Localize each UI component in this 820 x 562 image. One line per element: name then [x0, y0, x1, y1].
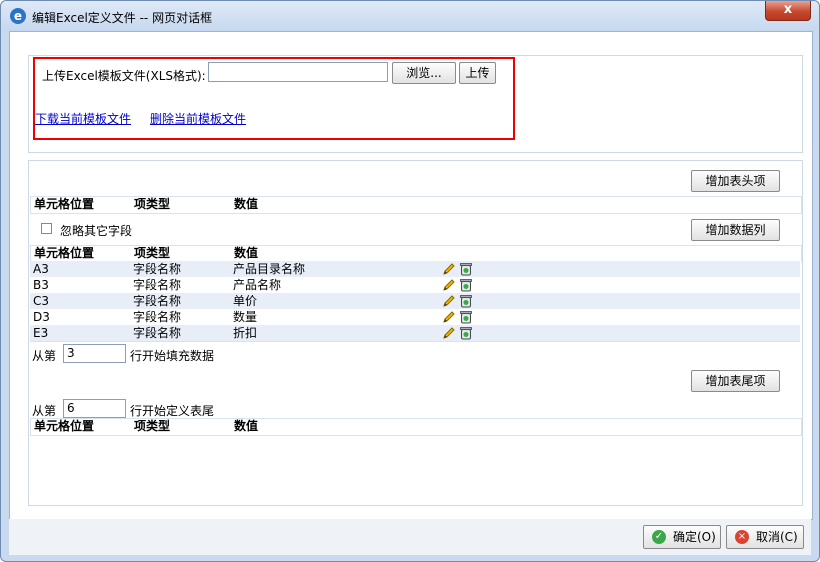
row-position: D3: [33, 310, 50, 324]
data-start-row-input[interactable]: 3: [63, 344, 126, 363]
delete-template-link[interactable]: 删除当前模板文件: [150, 110, 246, 127]
row-type: 字段名称: [133, 278, 182, 292]
delete-trash-icon[interactable]: [459, 310, 473, 324]
footer-start-row-input[interactable]: 6: [63, 399, 126, 418]
add-header-item-button[interactable]: 增加表头项: [691, 170, 780, 192]
edit-pencil-icon[interactable]: [442, 326, 456, 340]
ok-button[interactable]: ✓ 确定(O): [643, 525, 721, 549]
column-value: 数值: [234, 246, 259, 260]
edit-pencil-icon[interactable]: [442, 262, 456, 276]
row-type: 字段名称: [133, 310, 182, 324]
row-type: 字段名称: [133, 326, 182, 340]
column-type: 项类型: [134, 419, 171, 433]
table-row: C3 字段名称 单价: [30, 293, 800, 309]
row-value: 单价: [233, 294, 258, 308]
row-position: C3: [33, 294, 50, 308]
ie-icon: e: [10, 8, 26, 24]
row-position: A3: [33, 262, 49, 276]
title-bar[interactable]: e 编辑Excel定义文件 -- 网页对话框 x: [1, 1, 819, 31]
cancel-label: 取消(C): [756, 530, 798, 544]
ok-label: 确定(O): [673, 530, 716, 544]
upload-button[interactable]: 上传: [459, 62, 496, 84]
data-grid-header: 单元格位置 项类型 数值: [30, 245, 802, 262]
row-type: 字段名称: [133, 262, 182, 276]
column-type: 项类型: [134, 246, 171, 260]
header-items-grid-header: 单元格位置 项类型 数值: [30, 196, 802, 214]
table-row: E3 字段名称 折扣: [30, 325, 800, 342]
ignore-other-fields-checkbox[interactable]: [41, 223, 52, 234]
table-row: B3 字段名称 产品名称: [30, 277, 800, 293]
delete-trash-icon[interactable]: [459, 294, 473, 308]
cancel-button[interactable]: × 取消(C): [726, 525, 804, 549]
ignore-other-fields-label: 忽略其它字段: [60, 224, 133, 238]
column-position: 单元格位置: [34, 246, 95, 260]
dialog-content: 上传Excel模板文件(XLS格式): 浏览... 上传 下载当前模板文件 删除…: [9, 31, 813, 520]
download-template-link[interactable]: 下载当前模板文件: [35, 110, 131, 127]
table-row: D3 字段名称 数量: [30, 309, 800, 325]
file-path-input[interactable]: [208, 62, 388, 82]
row-value: 产品目录名称: [233, 262, 306, 276]
delete-trash-icon[interactable]: [459, 262, 473, 276]
dialog-footer: ✓ 确定(O) × 取消(C): [9, 519, 811, 555]
browse-button[interactable]: 浏览...: [392, 62, 456, 84]
close-button[interactable]: x: [765, 1, 811, 21]
column-type: 项类型: [134, 197, 171, 211]
edit-pencil-icon[interactable]: [442, 278, 456, 292]
dialog-window: e 编辑Excel定义文件 -- 网页对话框 x 上传Excel模板文件(XLS…: [0, 0, 820, 562]
column-position: 单元格位置: [34, 197, 95, 211]
window-title: 编辑Excel定义文件 -- 网页对话框: [32, 11, 213, 25]
delete-trash-icon[interactable]: [459, 326, 473, 340]
edit-pencil-icon[interactable]: [442, 310, 456, 324]
add-data-column-button[interactable]: 增加数据列: [691, 219, 780, 241]
delete-trash-icon[interactable]: [459, 278, 473, 292]
upload-label: 上传Excel模板文件(XLS格式):: [42, 69, 206, 83]
row-type: 字段名称: [133, 294, 182, 308]
data-start-prefix: 从第: [32, 349, 57, 363]
table-row: A3 字段名称 产品目录名称: [30, 261, 800, 277]
data-start-suffix: 行开始填充数据: [130, 349, 215, 363]
row-value: 产品名称: [233, 278, 282, 292]
row-value: 数量: [233, 310, 258, 324]
footer-items-grid-header: 单元格位置 项类型 数值: [30, 418, 802, 436]
cancel-icon: ×: [735, 530, 749, 544]
check-icon: ✓: [652, 530, 666, 544]
row-position: B3: [33, 278, 49, 292]
column-value: 数值: [234, 419, 259, 433]
column-value: 数值: [234, 197, 259, 211]
edit-pencil-icon[interactable]: [442, 294, 456, 308]
add-footer-item-button[interactable]: 增加表尾项: [691, 370, 780, 392]
row-position: E3: [33, 326, 49, 340]
row-value: 折扣: [233, 326, 258, 340]
column-position: 单元格位置: [34, 419, 95, 433]
footer-start-prefix: 从第: [32, 404, 57, 418]
footer-start-suffix: 行开始定义表尾: [130, 404, 215, 418]
